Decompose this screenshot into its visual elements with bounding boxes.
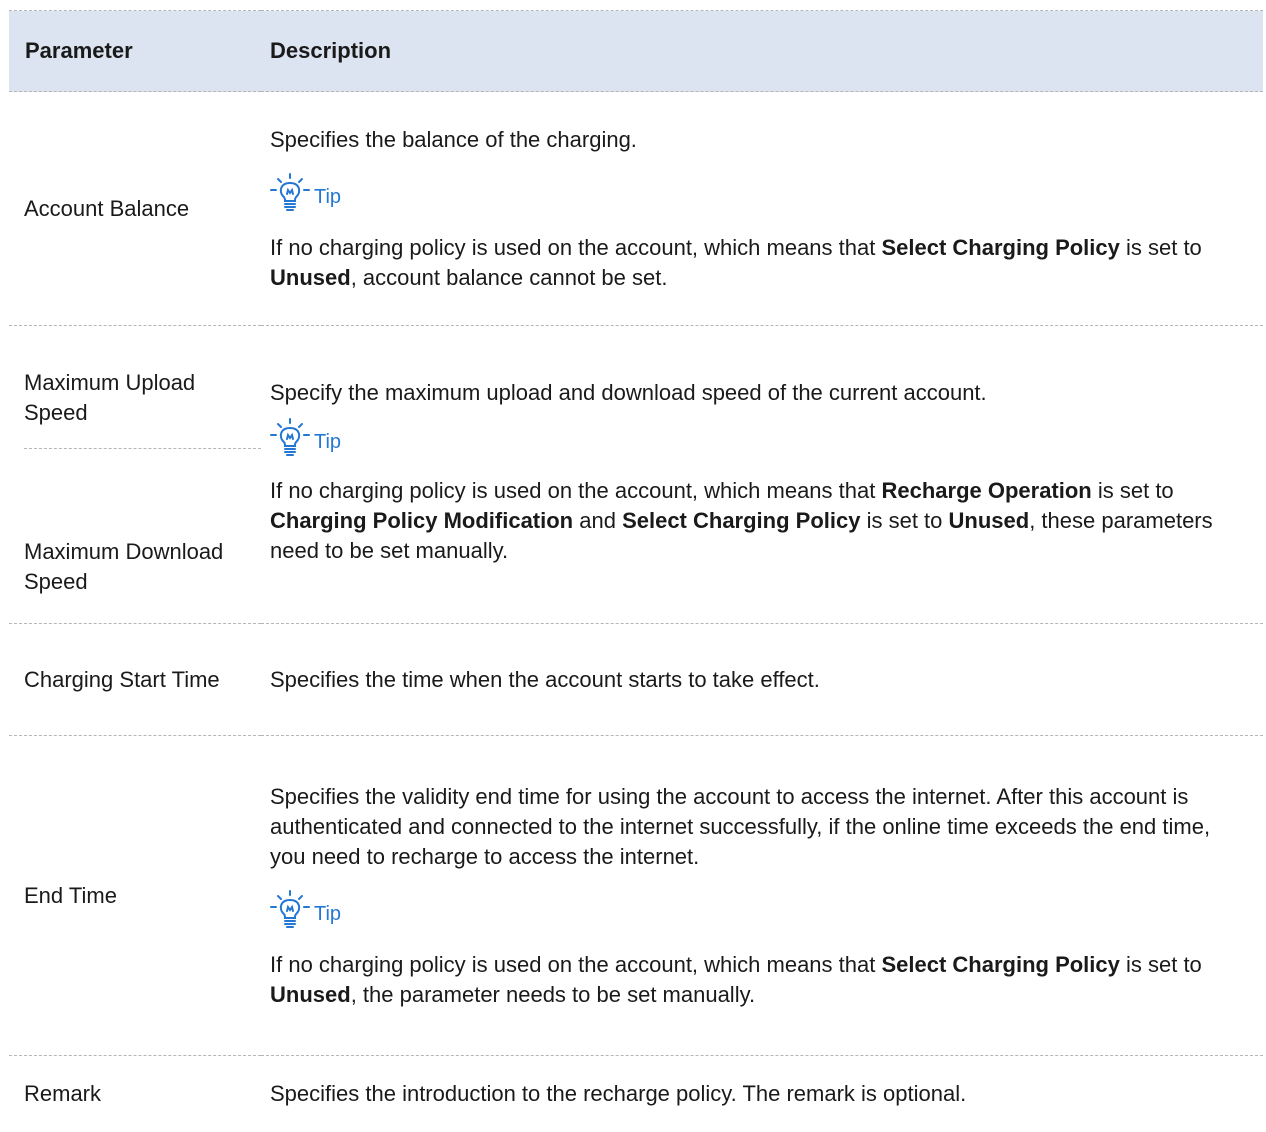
tip-label: Tip — [314, 185, 342, 208]
tip-label: Tip — [314, 431, 342, 453]
param-speed: Maximum Upload Speed Maximum Download Sp… — [9, 325, 261, 624]
param-end-time: End Time — [9, 735, 261, 1056]
param-remark: Remark — [24, 1080, 102, 1106]
tip-text: If no charging policy is used on the acc… — [270, 951, 1202, 1007]
lightbulb-icon — [270, 418, 310, 458]
tip-callout: Tip — [270, 172, 1249, 213]
table-row: Remark Specifies the introduction to the… — [9, 1056, 1263, 1132]
description-text: Specifies the time when the account star… — [270, 666, 820, 692]
param-charging-start-time: Charging Start Time — [9, 623, 261, 736]
table-row: Maximum Upload Speed Maximum Download Sp… — [9, 325, 1263, 624]
desc-remark: Specifies the introduction to the rechar… — [261, 1056, 1263, 1132]
tip-text: If no charging policy is used on the acc… — [270, 234, 1202, 290]
table-row: End Time Specifies the validity end time… — [9, 735, 1263, 1056]
description-text: Specify the maximum upload and download … — [270, 380, 987, 405]
table-row: Charging Start Time Specifies the time w… — [9, 623, 1263, 736]
description-text: Specifies the balance of the charging. — [270, 126, 637, 152]
tip-callout: Tip — [270, 889, 1249, 930]
desc-end-time: Specifies the validity end time for usin… — [261, 735, 1263, 1056]
lightbulb-icon — [270, 889, 310, 930]
desc-account-balance: Specifies the balance of the charging. T… — [261, 91, 1263, 326]
parameter-table: Parameter Description Account Balance Sp… — [9, 10, 1263, 1132]
param-account-balance: Account Balance — [9, 91, 261, 326]
desc-speed: Specify the maximum upload and download … — [261, 325, 1263, 624]
lightbulb-icon — [270, 172, 310, 213]
header-description: Description — [261, 10, 1263, 92]
tip-text: If no charging policy is used on the acc… — [270, 478, 1213, 563]
desc-charging-start-time: Specifies the time when the account star… — [261, 623, 1263, 736]
tip-label: Tip — [314, 902, 342, 925]
tip-callout: Tip — [270, 418, 1249, 458]
description-text: Specifies the introduction to the rechar… — [270, 1080, 967, 1106]
header-parameter: Parameter — [9, 10, 261, 92]
table-header-row: Parameter Description — [9, 10, 1263, 92]
table-row: Account Balance Specifies the balance of… — [9, 91, 1263, 326]
description-text: Specifies the validity end time for usin… — [270, 783, 1211, 869]
param-max-download-speed: Maximum Download Speed — [24, 539, 224, 594]
param-max-upload-speed: Maximum Upload Speed — [24, 370, 196, 425]
